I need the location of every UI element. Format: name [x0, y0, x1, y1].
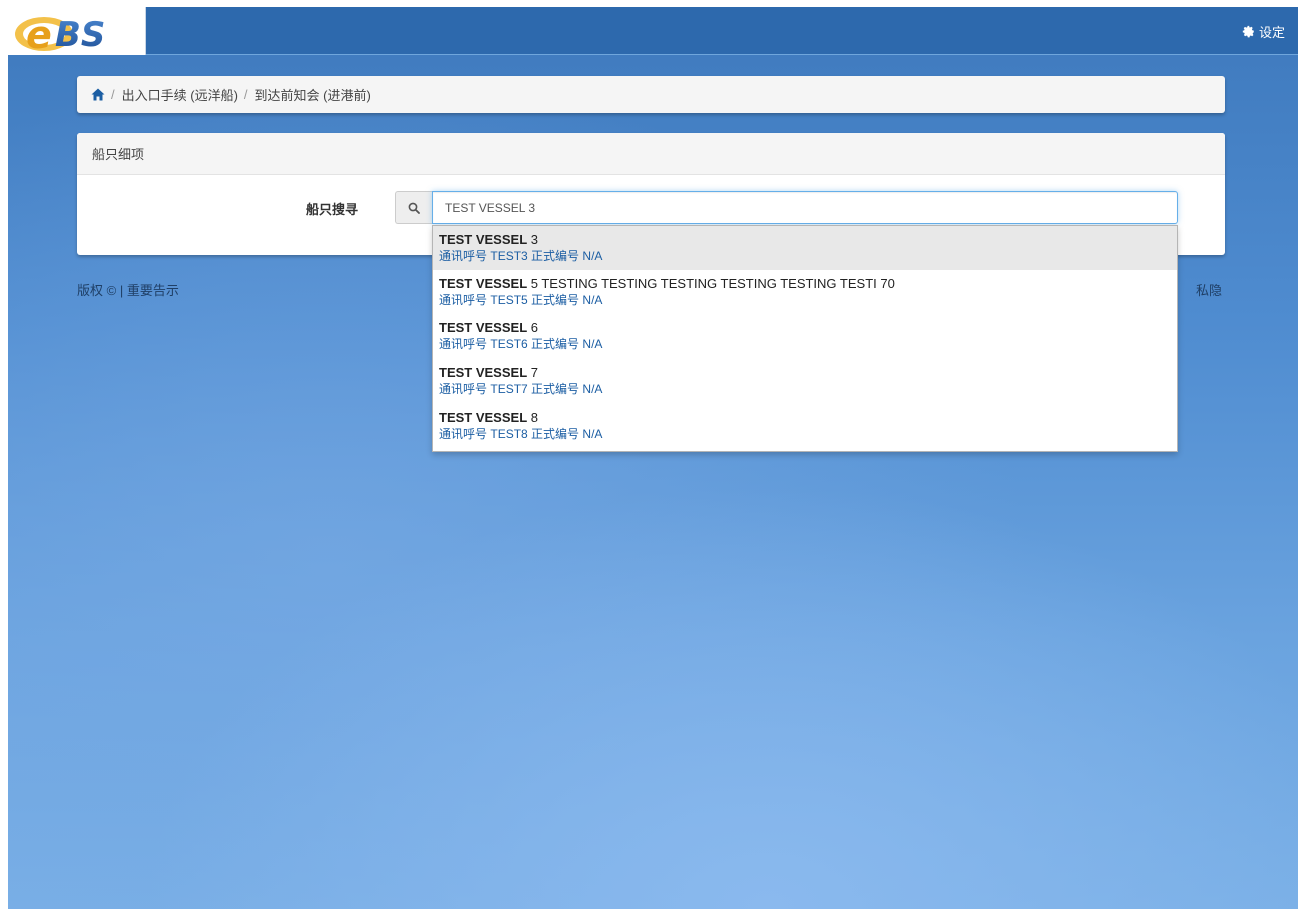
important-notice-link[interactable]: 重要告示 — [127, 283, 179, 298]
suggestion-name-match: TEST VESSEL — [439, 276, 528, 291]
suggestion-name-rest: 7 — [527, 365, 538, 380]
search-addon — [395, 191, 432, 224]
registration-value: N/A — [582, 249, 603, 263]
breadcrumb-separator: / — [111, 87, 115, 102]
suggestion-name-match: TEST VESSEL — [439, 365, 528, 380]
callsign-label: 通讯呼号 — [439, 382, 488, 396]
callsign-label: 通讯呼号 — [439, 337, 488, 351]
panel-title: 船只细项 — [77, 133, 1225, 175]
copyright-symbol: © — [106, 283, 117, 298]
registration-label: 正式编号 — [531, 337, 580, 351]
suggestion-name-rest: 6 — [527, 320, 538, 335]
registration-value: N/A — [582, 427, 603, 441]
search-icon — [408, 202, 420, 214]
callsign-value: TEST8 — [490, 427, 528, 441]
settings-button[interactable]: 设定 — [1242, 22, 1285, 41]
home-icon[interactable] — [91, 88, 105, 101]
callsign-value: TEST6 — [490, 337, 528, 351]
copyright-link[interactable]: 版权 © — [77, 283, 116, 298]
vessel-search-label: 船只搜寻 — [306, 202, 359, 217]
gear-icon — [1242, 25, 1254, 38]
breadcrumb: / 出入口手续 (远洋船) / 到达前知会 (进港前) — [77, 76, 1225, 113]
suggestion-name-match: TEST VESSEL — [439, 232, 528, 247]
vessel-search-input[interactable] — [432, 191, 1178, 224]
svg-text:e: e — [26, 13, 52, 55]
suggestion-name-rest: 3 — [527, 232, 538, 247]
suggestion-name-rest: 5 TESTING TESTING TESTING TESTING TESTIN… — [527, 276, 895, 291]
settings-label: 设定 — [1258, 25, 1285, 40]
registration-value: N/A — [582, 382, 603, 396]
suggestion-name-match: TEST VESSEL — [439, 320, 528, 335]
breadcrumb-separator: / — [243, 87, 248, 102]
callsign-label: 通讯呼号 — [439, 293, 488, 307]
registration-value: N/A — [582, 337, 603, 351]
callsign-label: 通讯呼号 — [439, 427, 488, 441]
footer-left: 版权 © | 重要告示 — [77, 280, 179, 299]
suggestion-item[interactable]: TEST VESSEL 7 通讯呼号 TEST7 正式编号 N/A — [433, 360, 1177, 405]
callsign-value: TEST3 — [490, 249, 528, 263]
callsign-value: TEST5 — [490, 293, 528, 307]
suggestion-item[interactable]: TEST VESSEL 8 通讯呼号 TEST8 正式编号 N/A — [433, 405, 1177, 451]
registration-label: 正式编号 — [531, 249, 580, 263]
suggestion-item[interactable]: TEST VESSEL 3 通讯呼号 TEST3 正式编号 N/A — [433, 226, 1177, 270]
suggestion-item[interactable]: TEST VESSEL 6 通讯呼号 TEST6 正式编号 N/A — [433, 315, 1177, 360]
copyright-text: 版权 — [77, 283, 104, 298]
ebs-logo[interactable]: e BS — [8, 7, 146, 55]
callsign-value: TEST7 — [490, 382, 528, 396]
registration-label: 正式编号 — [531, 293, 580, 307]
suggestion-item[interactable]: TEST VESSEL 5 TESTING TESTING TESTING TE… — [433, 270, 1177, 315]
breadcrumb-item-departure-procedures[interactable]: 出入口手续 (远洋船) — [122, 85, 238, 104]
svg-text:BS: BS — [55, 15, 105, 55]
registration-label: 正式编号 — [531, 382, 580, 396]
suggestion-name-rest: 8 — [527, 410, 538, 425]
vessel-suggestion-dropdown: TEST VESSEL 3 通讯呼号 TEST3 正式编号 N/A TEST V… — [432, 225, 1178, 452]
footer-separator: | — [119, 283, 124, 298]
breadcrumb-item-pre-arrival-notice: 到达前知会 (进港前) — [254, 88, 371, 103]
top-navbar — [8, 7, 1298, 55]
suggestion-name-match: TEST VESSEL — [439, 410, 528, 425]
registration-value: N/A — [582, 293, 603, 307]
privacy-link[interactable]: 私隐 — [1196, 280, 1222, 299]
callsign-label: 通讯呼号 — [439, 249, 488, 263]
registration-label: 正式编号 — [531, 427, 580, 441]
